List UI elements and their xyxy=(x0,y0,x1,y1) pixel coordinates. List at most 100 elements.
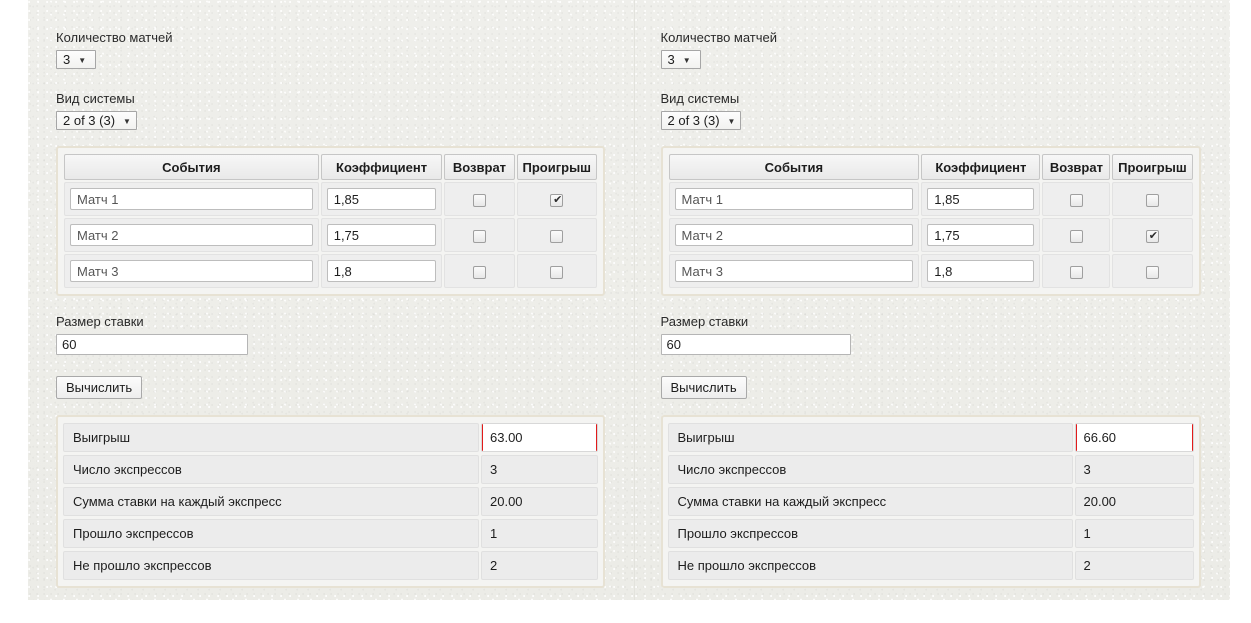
coefficient-input[interactable] xyxy=(927,224,1035,246)
return-cell xyxy=(444,254,515,288)
result-value: 3 xyxy=(1074,455,1194,484)
table-row: Прошло экспрессов 1 xyxy=(667,519,1194,548)
results-table: Выигрыш 63.00 Число экспрессов 3 Сумма с… xyxy=(61,420,600,583)
calculate-button[interactable]: Вычислить xyxy=(660,376,747,399)
calculate-button[interactable]: Вычислить xyxy=(56,376,143,399)
return-checkbox[interactable] xyxy=(472,193,486,207)
loss-checkbox[interactable] xyxy=(1145,229,1160,243)
event-name-input[interactable] xyxy=(70,260,313,282)
matches-header-row: События Коэффициент Возврат Проигрыш xyxy=(668,154,1193,180)
event-name-input[interactable] xyxy=(70,188,313,210)
table-row: Не прошло экспрессов 2 xyxy=(667,551,1194,580)
system-type-value: 2 of 3 (3) xyxy=(63,113,116,128)
coefficient-input[interactable] xyxy=(326,224,437,246)
screenshot-root: Количество матчей 3 ▼ Вид системы 2 of 3… xyxy=(0,0,1251,623)
event-cell xyxy=(668,182,920,216)
result-value: 20.00 xyxy=(481,487,598,516)
match-count-value: 3 xyxy=(667,52,675,67)
return-checkbox[interactable] xyxy=(472,229,486,243)
matches-header-row: События Коэффициент Возврат Проигрыш xyxy=(64,154,597,180)
return-cell xyxy=(1042,254,1111,288)
coefficient-input[interactable] xyxy=(326,260,437,282)
result-label: Число экспрессов xyxy=(63,455,479,484)
event-cell xyxy=(64,218,319,252)
coefficient-input[interactable] xyxy=(326,188,437,210)
table-row: Прошло экспрессов 1 xyxy=(63,519,598,548)
table-row xyxy=(668,218,1193,252)
table-row xyxy=(64,182,597,216)
match-count-select[interactable]: 3 ▼ xyxy=(56,50,96,69)
loss-checkbox[interactable] xyxy=(550,265,564,279)
loss-cell xyxy=(516,182,597,216)
header-events: События xyxy=(64,154,319,180)
coefficient-cell xyxy=(320,182,443,216)
result-label: Прошло экспрессов xyxy=(667,519,1073,548)
event-cell xyxy=(668,254,920,288)
table-row: Сумма ставки на каждый экспресс 20.00 xyxy=(667,487,1194,516)
table-row xyxy=(64,218,597,252)
loss-checkbox[interactable] xyxy=(1145,265,1159,279)
chevron-down-icon: ▼ xyxy=(682,55,691,65)
header-return: Возврат xyxy=(444,154,515,180)
system-type-value: 2 of 3 (3) xyxy=(667,113,720,128)
table-row: Сумма ставки на каждый экспресс 20.00 xyxy=(63,487,598,516)
result-value: 1 xyxy=(1074,519,1194,548)
table-row: Выигрыш 63.00 xyxy=(63,423,598,452)
return-checkbox[interactable] xyxy=(1069,229,1083,243)
result-label: Сумма ставки на каждый экспресс xyxy=(63,487,479,516)
result-label: Не прошло экспрессов xyxy=(63,551,479,580)
coefficient-cell xyxy=(921,218,1041,252)
coefficient-cell xyxy=(320,218,443,252)
calculator-panel-left: Количество матчей 3 ▼ Вид системы 2 of 3… xyxy=(28,0,634,600)
result-label: Выигрыш xyxy=(667,423,1073,452)
match-count-label: Количество матчей xyxy=(660,30,778,45)
matches-table-card: События Коэффициент Возврат Проигрыш xyxy=(56,146,605,296)
event-name-input[interactable] xyxy=(674,224,914,246)
event-name-input[interactable] xyxy=(674,260,914,282)
match-count-select[interactable]: 3 ▼ xyxy=(660,50,701,69)
result-label: Прошло экспрессов xyxy=(63,519,479,548)
stake-label: Размер ставки xyxy=(56,314,144,329)
result-label: Не прошло экспрессов xyxy=(667,551,1073,580)
system-type-select[interactable]: 2 of 3 (3) ▼ xyxy=(660,111,742,130)
result-label: Выигрыш xyxy=(63,423,479,452)
header-return: Возврат xyxy=(1042,154,1111,180)
loss-checkbox[interactable] xyxy=(550,229,564,243)
return-checkbox[interactable] xyxy=(1069,193,1083,207)
header-loss: Проигрыш xyxy=(1112,154,1193,180)
loss-checkbox[interactable] xyxy=(550,193,564,207)
coefficient-input[interactable] xyxy=(927,260,1035,282)
result-value: 20.00 xyxy=(1074,487,1194,516)
return-checkbox[interactable] xyxy=(1069,265,1083,279)
matches-table-card: События Коэффициент Возврат Проигрыш xyxy=(660,146,1201,296)
panel-row: Количество матчей 3 ▼ Вид системы 2 of 3… xyxy=(28,0,1230,600)
stake-input[interactable] xyxy=(56,334,248,355)
header-coefficient: Коэффициент xyxy=(320,154,443,180)
loss-checkbox[interactable] xyxy=(1145,193,1159,207)
result-value-winnings: 63.00 xyxy=(481,423,598,452)
return-cell xyxy=(1042,182,1111,216)
loss-cell xyxy=(516,254,597,288)
results-table: Выигрыш 66.60 Число экспрессов 3 Сумма с… xyxy=(666,420,1196,583)
system-type-label: Вид системы xyxy=(56,91,135,106)
results-card: Выигрыш 66.60 Число экспрессов 3 Сумма с… xyxy=(660,415,1201,588)
event-name-input[interactable] xyxy=(70,224,313,246)
result-label: Число экспрессов xyxy=(667,455,1073,484)
coefficient-cell xyxy=(921,182,1041,216)
coefficient-input[interactable] xyxy=(927,188,1035,210)
loss-cell xyxy=(1112,218,1193,252)
matches-table: События Коэффициент Возврат Проигрыш xyxy=(667,152,1195,290)
stake-input[interactable] xyxy=(660,334,851,355)
system-type-select[interactable]: 2 of 3 (3) ▼ xyxy=(56,111,137,130)
table-row: Не прошло экспрессов 2 xyxy=(63,551,598,580)
result-value: 1 xyxy=(481,519,598,548)
result-value: 2 xyxy=(481,551,598,580)
table-row: Выигрыш 66.60 xyxy=(667,423,1194,452)
return-cell xyxy=(1042,218,1111,252)
result-value: 3 xyxy=(481,455,598,484)
header-events: События xyxy=(668,154,920,180)
header-loss: Проигрыш xyxy=(516,154,597,180)
calculator-panel-right: Количество матчей 3 ▼ Вид системы 2 of 3… xyxy=(633,0,1230,600)
event-name-input[interactable] xyxy=(674,188,914,210)
return-checkbox[interactable] xyxy=(472,265,486,279)
